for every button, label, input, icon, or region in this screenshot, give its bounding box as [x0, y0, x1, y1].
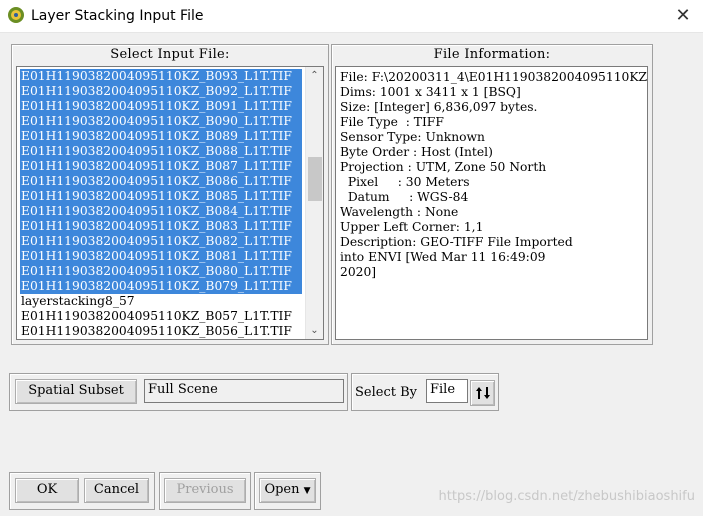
subset-value-field: Full Scene: [144, 379, 344, 403]
file-list-item[interactable]: E01H1190382004095110KZ_B089_L1T.TIF: [20, 129, 302, 144]
title-bar: Layer Stacking Input File ✕: [0, 0, 703, 33]
file-info-line: File: F:\20200311_4\E01H1190382004095110…: [340, 70, 648, 84]
file-info-line: Projection : UTM, Zone 50 North: [340, 160, 547, 174]
file-info-line: Upper Left Corner: 1,1: [340, 220, 484, 234]
file-info-line: File Type : TIFF: [340, 115, 444, 129]
scroll-thumb[interactable]: [308, 157, 322, 201]
watermark: https://blog.csdn.net/zhebushibiaoshifu: [438, 489, 695, 504]
file-info-line: Pixel : 30 Meters: [340, 175, 470, 189]
file-list-item[interactable]: E01H1190382004095110KZ_B082_L1T.TIF: [20, 234, 302, 249]
close-icon[interactable]: ✕: [673, 6, 693, 26]
file-list-item[interactable]: E01H1190382004095110KZ_B080_L1T.TIF: [20, 264, 302, 279]
file-list-item[interactable]: E01H1190382004095110KZ_B087_L1T.TIF: [20, 159, 302, 174]
swap-sort-button[interactable]: [470, 380, 495, 406]
file-info-line: Description: GEO-TIFF File Imported: [340, 235, 573, 249]
scroll-up-icon[interactable]: ⌃: [306, 67, 323, 84]
file-list-item[interactable]: E01H1190382004095110KZ_B092_L1T.TIF: [20, 84, 302, 99]
file-info-line: Wavelength : None: [340, 205, 459, 219]
up-down-arrows-icon: [475, 386, 490, 399]
file-info-box: File: F:\20200311_4\E01H1190382004095110…: [335, 66, 648, 340]
input-file-listbox[interactable]: E01H1190382004095110KZ_B093_L1T.TIF E01H1…: [16, 66, 324, 340]
envi-app-icon: [8, 7, 24, 23]
file-list-item[interactable]: E01H1190382004095110KZ_B085_L1T.TIF: [20, 189, 302, 204]
file-info-line: Byte Order : Host (Intel): [340, 145, 493, 159]
file-list-item[interactable]: E01H1190382004095110KZ_B083_L1T.TIF: [20, 219, 302, 234]
open-button-label: Open: [264, 482, 300, 497]
ok-button[interactable]: OK: [15, 478, 79, 503]
file-list-item[interactable]: E01H1190382004095110KZ_B090_L1T.TIF: [20, 114, 302, 129]
spatial-subset-button[interactable]: Spatial Subset: [15, 379, 137, 404]
previous-button[interactable]: Previous: [164, 478, 246, 503]
select-input-title: Select Input File:: [110, 47, 230, 62]
file-list-item[interactable]: E01H1190382004095110KZ_B091_L1T.TIF: [20, 99, 302, 114]
select-by-label: Select By: [355, 385, 417, 400]
cancel-button[interactable]: Cancel: [84, 478, 149, 503]
select-by-field[interactable]: File: [426, 379, 468, 403]
file-info-line: Datum : WGS-84: [340, 190, 469, 204]
file-list-item[interactable]: E01H1190382004095110KZ_B084_L1T.TIF: [20, 204, 302, 219]
file-list-item[interactable]: E01H1190382004095110KZ_B088_L1T.TIF: [20, 144, 302, 159]
list-scrollbar[interactable]: ⌃ ⌄: [305, 67, 323, 339]
file-list-item[interactable]: E01H1190382004095110KZ_B093_L1T.TIF: [20, 69, 302, 84]
file-list-item[interactable]: E01H1190382004095110KZ_B056_L1T.TIF: [20, 324, 302, 339]
file-list-item[interactable]: E01H1190382004095110KZ_B079_L1T.TIF: [20, 279, 302, 294]
scroll-down-icon[interactable]: ⌄: [306, 322, 323, 339]
file-list-item[interactable]: layerstacking8_57: [20, 294, 302, 309]
caret-down-icon: ▼: [303, 486, 311, 496]
file-info-line: Size: [Integer] 6,836,097 bytes.: [340, 100, 538, 114]
dialog-body: Select Input File: E01H1190382004095110K…: [0, 33, 703, 516]
file-list: E01H1190382004095110KZ_B093_L1T.TIF E01H1…: [20, 69, 302, 339]
file-info-line: Sensor Type: Unknown: [340, 130, 485, 144]
file-list-item[interactable]: E01H1190382004095110KZ_B057_L1T.TIF: [20, 309, 302, 324]
file-info-line: Dims: 1001 x 3411 x 1 [BSQ]: [340, 85, 521, 99]
window-title: Layer Stacking Input File: [31, 8, 204, 24]
file-info-line: into ENVI [Wed Mar 11 16:49:09: [340, 250, 546, 264]
open-menu-button[interactable]: Open ▼: [259, 478, 316, 503]
file-info-text: File: F:\20200311_4\E01H1190382004095110…: [340, 70, 647, 280]
file-info-line: 2020]: [340, 265, 377, 279]
file-list-item[interactable]: E01H1190382004095110KZ_B081_L1T.TIF: [20, 249, 302, 264]
file-info-title: File Information:: [433, 47, 551, 62]
file-list-item[interactable]: E01H1190382004095110KZ_B086_L1T.TIF: [20, 174, 302, 189]
